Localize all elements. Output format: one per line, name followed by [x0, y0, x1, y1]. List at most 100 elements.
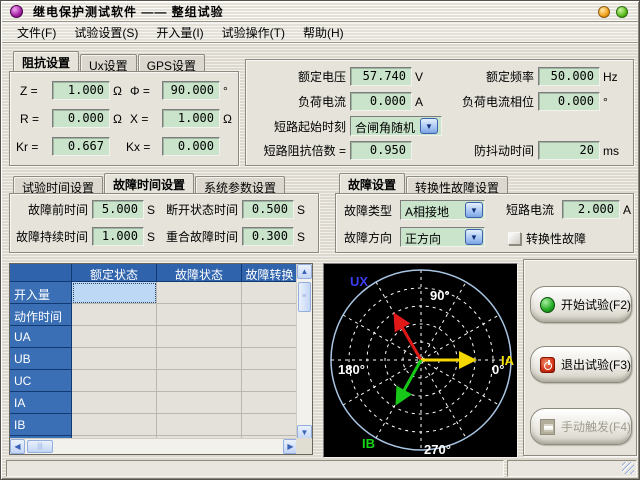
tab-fault-settings[interactable]: 故障设置: [339, 173, 405, 193]
table-cell[interactable]: [72, 304, 157, 326]
short-current-input[interactable]: 2.000: [562, 200, 620, 219]
menu-test-settings[interactable]: 试验设置(S): [65, 22, 147, 43]
kr-label: Kr =: [16, 140, 52, 154]
minimize-button[interactable]: [598, 6, 610, 18]
table-cell[interactable]: [72, 348, 157, 370]
table-cell[interactable]: [242, 304, 298, 326]
open-state-time-unit: S: [294, 203, 305, 217]
phi-unit: °: [220, 84, 228, 98]
load-phase-label: 负荷电流相位: [438, 93, 534, 110]
table-cell[interactable]: [242, 414, 298, 436]
chevron-down-icon[interactable]: ▼: [420, 118, 438, 134]
rated-freq-unit: Hz: [600, 70, 618, 84]
load-current-input[interactable]: 0.000: [350, 92, 412, 111]
table-row: UC: [10, 370, 312, 392]
ux-label: UX: [350, 274, 368, 289]
start-test-button[interactable]: 开始试验(F2): [530, 286, 632, 323]
col-rated-state[interactable]: 额定状态: [72, 264, 157, 282]
anti-shake-input[interactable]: 20: [538, 141, 600, 160]
tab-test-time[interactable]: 试验时间设置: [13, 176, 103, 193]
table-cell[interactable]: [157, 326, 242, 348]
tab-impedance-settings[interactable]: 阻抗设置: [13, 51, 79, 71]
power-icon: [540, 357, 555, 373]
table-cell[interactable]: [157, 370, 242, 392]
load-current-label: 负荷电流: [250, 93, 346, 110]
tab-fault-time[interactable]: 故障时间设置: [104, 173, 194, 193]
kr-input[interactable]: 0.667: [52, 137, 110, 156]
r-label: R =: [20, 112, 52, 126]
menu-help[interactable]: 帮助(H): [294, 22, 353, 43]
table-cell[interactable]: [72, 392, 157, 414]
table-row: 开入量: [10, 282, 312, 304]
fault-type-combo[interactable]: A相接地 ▼: [400, 200, 485, 220]
close-button[interactable]: [616, 6, 628, 18]
table-cell[interactable]: [242, 392, 298, 414]
table-cell[interactable]: [157, 304, 242, 326]
convertible-fault-checkbox[interactable]: [508, 232, 521, 245]
table-cell[interactable]: [157, 414, 242, 436]
scroll-left-icon[interactable]: ◀: [10, 439, 25, 454]
scroll-up-icon[interactable]: ▲: [297, 264, 312, 279]
col-fault-state[interactable]: 故障状态: [157, 264, 242, 282]
tab-convertible-fault[interactable]: 转换性故障设置: [406, 176, 508, 193]
chevron-down-icon[interactable]: ▼: [465, 202, 483, 218]
chevron-down-icon[interactable]: ▼: [465, 229, 483, 245]
phi-input[interactable]: 90.000: [162, 81, 220, 100]
reclose-fault-time-input[interactable]: 0.300: [242, 227, 294, 246]
menu-file[interactable]: 文件(F): [8, 22, 65, 43]
impedance-panel: Z = 1.000 Ω Φ = 90.000 ° R = 0.000 Ω X =…: [9, 71, 239, 166]
table-cell[interactable]: [72, 414, 157, 436]
row-header-ub: UB: [10, 348, 72, 370]
table-corner-cell: [10, 264, 72, 282]
r-input[interactable]: 0.000: [52, 109, 110, 128]
col-fault-transfer[interactable]: 故障转换: [242, 264, 298, 282]
impedance-mult-input[interactable]: 0.950: [350, 141, 412, 160]
vertical-scroll-thumb[interactable]: ≡: [298, 282, 311, 312]
horizontal-scroll-thumb[interactable]: |||: [27, 440, 53, 453]
menu-binary-input[interactable]: 开入量(I): [147, 22, 212, 43]
fault-direction-combo[interactable]: 正方向 ▼: [400, 227, 485, 247]
row-header-binary-input: 开入量: [10, 282, 72, 304]
time-panel: 故障前时间 5.000 S 断开状态时间 0.500 S 故障持续时间 1.00…: [9, 193, 319, 253]
fault-duration-unit: S: [144, 230, 155, 244]
table-cell[interactable]: [242, 326, 298, 348]
table-vertical-scrollbar[interactable]: ▲ ≡ ▼: [296, 264, 312, 440]
table-cell[interactable]: [72, 370, 157, 392]
z-input[interactable]: 1.000: [52, 81, 110, 100]
manual-trigger-label: 手动触发(F4): [561, 418, 631, 435]
tab-ux-settings[interactable]: Ux设置: [80, 54, 137, 71]
table-horizontal-scrollbar[interactable]: ◀ ||| ▶: [10, 438, 298, 454]
table-cell-selected[interactable]: [72, 282, 157, 304]
table-cell[interactable]: [242, 282, 298, 304]
row-header-ia: IA: [10, 392, 72, 414]
table-cell[interactable]: [157, 282, 242, 304]
prefault-time-input[interactable]: 5.000: [92, 200, 144, 219]
table-cell[interactable]: [242, 348, 298, 370]
exit-test-button[interactable]: 退出试验(F3): [530, 346, 632, 383]
fault-panel: 故障类型 A相接地 ▼ 短路电流 2.000 A 故障方向 正方向 ▼ 转换性故…: [335, 193, 634, 253]
ib-label: IB: [362, 436, 375, 451]
kx-input[interactable]: 0.000: [162, 137, 220, 156]
manual-trigger-icon: [540, 419, 555, 435]
open-state-time-input[interactable]: 0.500: [242, 200, 294, 219]
rated-freq-input[interactable]: 50.000: [538, 67, 600, 86]
table-cell[interactable]: [72, 326, 157, 348]
prefault-time-unit: S: [144, 203, 155, 217]
table-cell[interactable]: [157, 348, 242, 370]
table-cell[interactable]: [242, 370, 298, 392]
tab-gps-settings[interactable]: GPS设置: [138, 54, 205, 71]
fault-duration-input[interactable]: 1.000: [92, 227, 144, 246]
rated-voltage-input[interactable]: 57.740: [350, 67, 412, 86]
tab-system-params[interactable]: 系统参数设置: [195, 176, 285, 193]
short-start-value: 合闸角随机: [351, 117, 419, 135]
table-cell[interactable]: [157, 392, 242, 414]
menu-test-operation[interactable]: 试验操作(T): [213, 22, 294, 43]
row-header-action-time: 动作时间: [10, 304, 72, 326]
load-phase-input[interactable]: 0.000: [538, 92, 600, 111]
resize-grip[interactable]: [622, 462, 634, 474]
manual-trigger-button[interactable]: 手动触发(F4): [530, 408, 632, 445]
x-label: X =: [130, 112, 162, 126]
short-start-combo[interactable]: 合闸角随机 ▼: [350, 116, 442, 136]
x-input[interactable]: 1.000: [162, 109, 220, 128]
status-bar-left: [6, 460, 504, 477]
